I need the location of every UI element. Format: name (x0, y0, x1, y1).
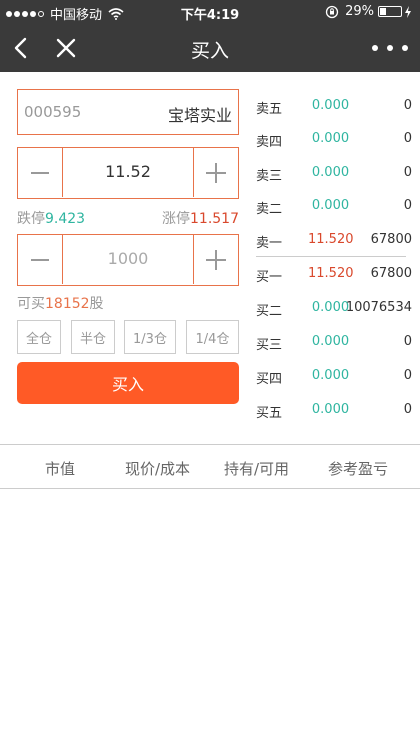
limit-down: 跌停9.423 (17, 211, 86, 227)
price-decrease-button[interactable] (18, 148, 63, 197)
holdings-header: 市值 现价/成本 持有/可用 参考盈亏 (0, 444, 420, 489)
stock-code: 000595 (24, 103, 82, 121)
price-stepper: 11.52 (17, 147, 239, 199)
holdings-col-pnl: 参考盈亏 (328, 460, 389, 478)
limit-up: 涨停11.517 (162, 211, 239, 227)
order-book-divider (256, 256, 406, 257)
quick-quarter-position-button[interactable]: 1/4仓 (186, 320, 239, 354)
quantity-increase-button[interactable] (193, 235, 238, 284)
order-book-row[interactable]: 买一 11.520 67800 (256, 264, 416, 285)
order-book-row[interactable]: 买二 0.000 10076534 (256, 298, 416, 319)
order-book-row[interactable]: 买三 0.000 0 (256, 332, 416, 353)
battery-icon (378, 6, 402, 17)
order-book-row[interactable]: 卖二 0.000 0 (256, 196, 416, 217)
stock-name: 宝塔实业 (167, 106, 232, 125)
holdings-col-market-value: 市值 (45, 460, 76, 478)
stock-selector[interactable]: 000595 宝塔实业 (17, 89, 239, 135)
limit-up-value: 11.517 (190, 211, 239, 227)
quick-third-position-button[interactable]: 1/3仓 (124, 320, 176, 354)
minus-icon (31, 258, 49, 261)
page-title: 买入 (190, 40, 229, 62)
order-book-row[interactable]: 卖三 0.000 0 (256, 163, 416, 184)
quick-half-position-button[interactable]: 半仓 (71, 320, 115, 354)
holdings-col-price-cost: 现价/成本 (125, 460, 191, 478)
quantity-decrease-button[interactable] (18, 235, 63, 284)
price-input[interactable]: 11.52 (63, 162, 193, 181)
quick-full-position-button[interactable]: 全仓 (17, 320, 61, 354)
buy-button[interactable]: 买入 (17, 362, 239, 404)
status-bar: 中国移动 下午4:19 29% (0, 0, 420, 24)
battery-percent: 29% (345, 4, 374, 19)
status-right: 29% (325, 4, 412, 19)
more-dots-icon[interactable] (372, 34, 408, 62)
nav-bar: 买入 (0, 24, 420, 72)
can-buy-value: 18152 (45, 296, 90, 312)
order-book-row[interactable]: 买四 0.000 0 (256, 366, 416, 387)
limit-down-value: 9.423 (45, 211, 86, 227)
charging-icon (405, 5, 411, 18)
minus-icon (31, 171, 49, 174)
order-book-row[interactable]: 卖五 0.000 0 (256, 96, 416, 117)
order-book-row[interactable]: 卖四 0.000 0 (256, 129, 416, 150)
order-book-row[interactable]: 买五 0.000 0 (256, 400, 416, 421)
price-increase-button[interactable] (193, 148, 238, 197)
order-book-row[interactable]: 卖一 11.520 67800 (256, 230, 416, 251)
holdings-col-hold-available: 持有/可用 (224, 460, 290, 478)
plus-icon (206, 249, 226, 270)
rotation-lock-icon (325, 5, 339, 18)
quantity-stepper: 1000 (17, 234, 239, 286)
can-buy-info: 可买18152股 (17, 296, 104, 312)
quantity-input[interactable]: 1000 (63, 249, 193, 268)
plus-icon (206, 162, 226, 183)
